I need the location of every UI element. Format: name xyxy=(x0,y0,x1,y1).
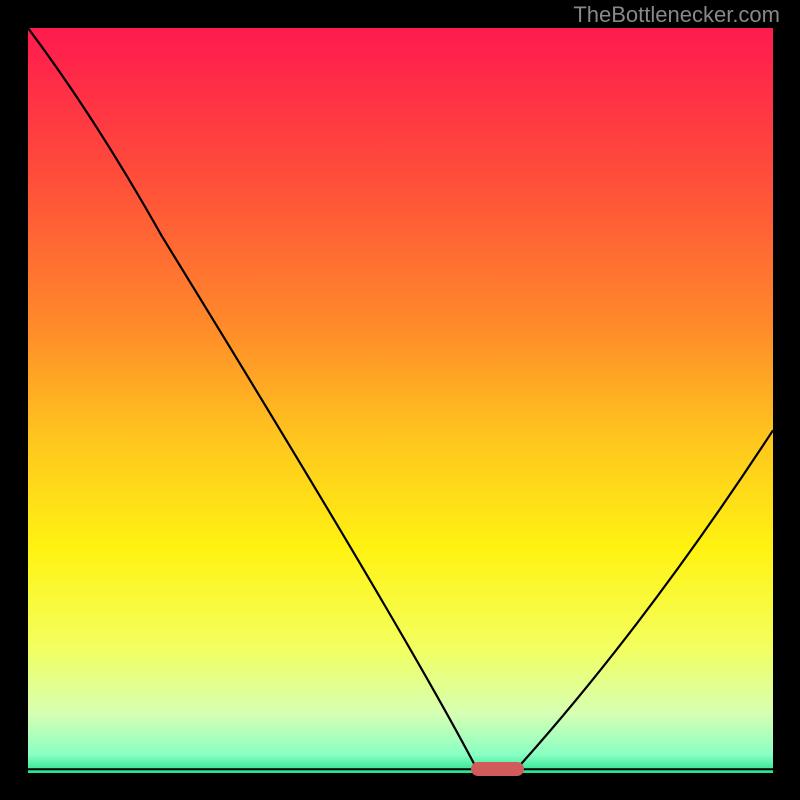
optimal-range-marker xyxy=(471,762,524,776)
plot-area xyxy=(28,28,773,773)
bottleneck-curve xyxy=(28,28,773,773)
watermark-text: TheBottlenecker.com xyxy=(573,2,780,28)
